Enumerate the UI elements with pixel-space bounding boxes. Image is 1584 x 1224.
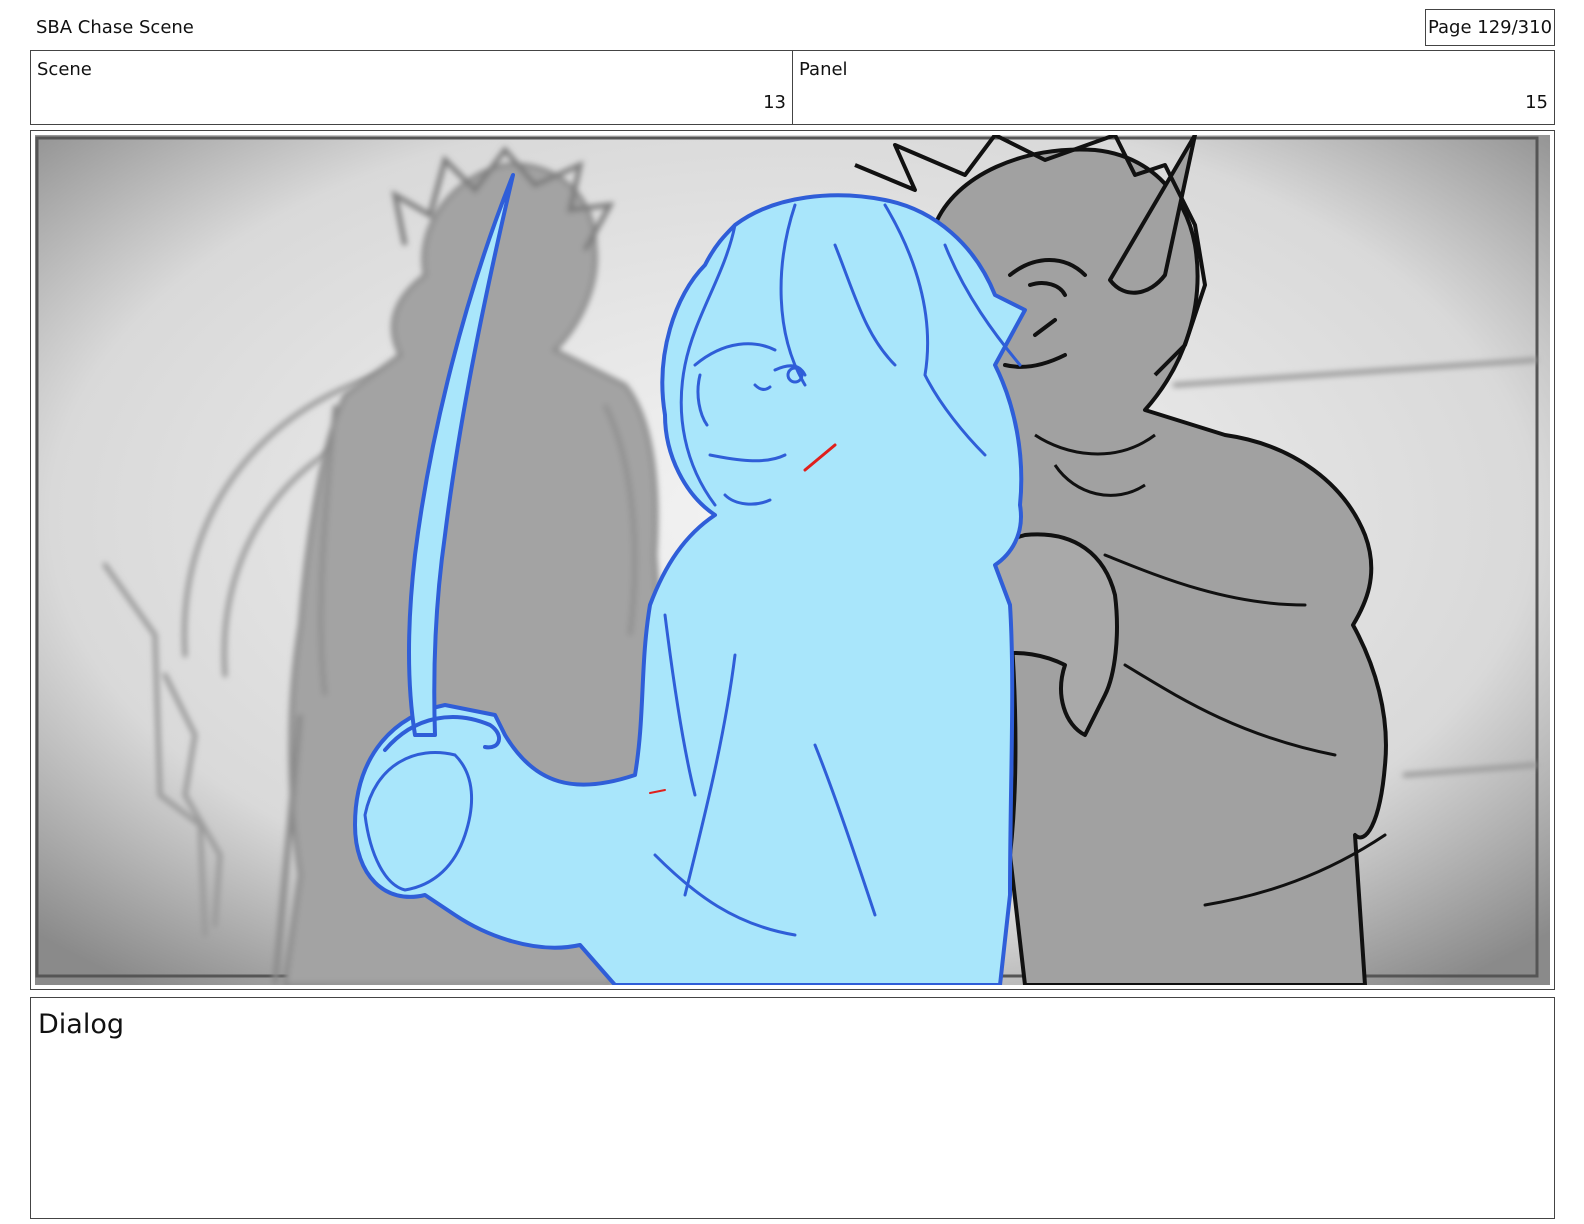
document-title: SBA Chase Scene	[36, 17, 194, 38]
panel-number: 15	[1525, 92, 1548, 113]
scene-panel-info: Scene 13 Panel 15	[30, 50, 1555, 125]
storyboard-drawing	[35, 135, 1550, 985]
panel-label: Panel	[799, 59, 848, 80]
storyboard-panel	[30, 130, 1555, 990]
scene-cell: Scene 13	[31, 51, 792, 124]
panel-cell: Panel 15	[792, 51, 1554, 124]
page-indicator: Page 129/310	[1425, 9, 1555, 46]
scene-label: Scene	[37, 59, 92, 80]
scene-number: 13	[763, 92, 786, 113]
dialog-label: Dialog	[38, 1009, 124, 1040]
dialog-box: Dialog	[30, 997, 1555, 1219]
